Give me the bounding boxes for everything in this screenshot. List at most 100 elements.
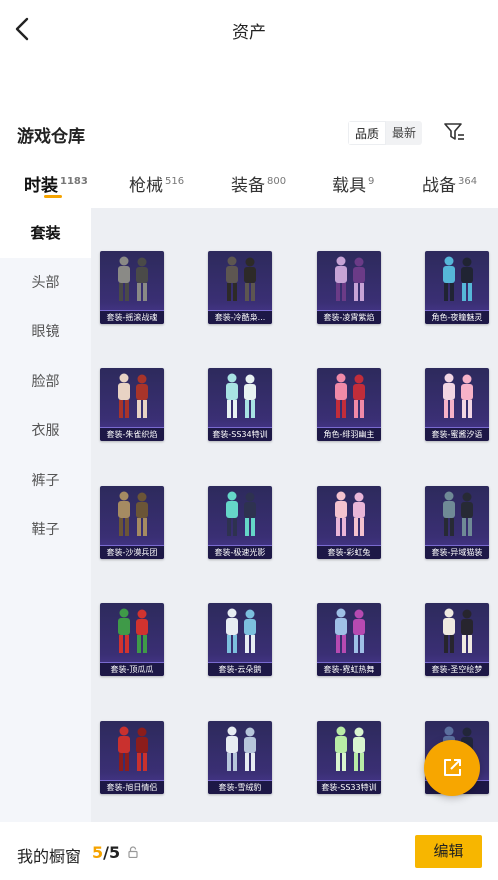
- tab-count: 800: [267, 176, 287, 188]
- closet-bar: 我的橱窗 5/5 编辑: [0, 822, 498, 880]
- item-label: 套装-摇滚战魂: [100, 310, 164, 324]
- outfit-thumbnail: [226, 491, 256, 536]
- tab-label: 时装: [24, 176, 58, 196]
- item-label: 套装-冷酷枭...: [208, 310, 272, 324]
- item-label: 套装-霓虹热舞: [317, 662, 381, 676]
- tab-weapons[interactable]: 枪械 516: [129, 171, 184, 196]
- outfit-thumbnail: [118, 373, 148, 418]
- item-label: 套装-顶瓜瓜: [100, 662, 164, 676]
- tab-battle-gear[interactable]: 战备 364: [422, 171, 477, 196]
- outfit-thumbnail: [226, 608, 256, 653]
- sidebar-item-shoes[interactable]: 鞋子: [0, 505, 91, 555]
- active-tab-indicator: [44, 195, 62, 198]
- item-card[interactable]: 套装-极速光影: [208, 486, 272, 559]
- sidebar-item-outfits[interactable]: 套装: [0, 208, 91, 258]
- item-card[interactable]: 套装-蜜酱汐语: [425, 368, 489, 441]
- item-card[interactable]: 套装-冷酷枭...: [208, 251, 272, 324]
- item-card[interactable]: 套装-旭日情侣: [100, 721, 164, 794]
- closet-max: 5: [108, 843, 121, 862]
- closet-count: 5/5: [92, 843, 120, 862]
- item-card[interactable]: 角色-绯羽幽主: [317, 368, 381, 441]
- sidebar: 套装 头部 眼镜 脸部 衣服 裤子 鞋子: [0, 208, 91, 822]
- item-card[interactable]: 套装-SS34特训: [208, 368, 272, 441]
- outfit-thumbnail: [335, 726, 365, 771]
- outfit-thumbnail: [226, 256, 256, 301]
- item-card[interactable]: 套装-雪绒豹: [208, 721, 272, 794]
- tab-count: 1183: [60, 176, 88, 188]
- item-label: 套装-沙漠兵团: [100, 545, 164, 559]
- warehouse-header: 游戏仓库 品质 最新: [0, 112, 498, 156]
- sidebar-item-head[interactable]: 头部: [0, 258, 91, 308]
- outfit-thumbnail: [443, 256, 473, 301]
- tab-count: 9: [368, 176, 375, 188]
- item-label: 套装-SS34特训: [208, 427, 272, 441]
- item-label: 套装-云朵鹅: [208, 662, 272, 676]
- item-card[interactable]: 套装-朱雀织焰: [100, 368, 164, 441]
- outfit-thumbnail: [443, 491, 473, 536]
- top-bar: 资产: [0, 0, 498, 58]
- tab-count: 364: [458, 176, 478, 188]
- item-label: 套装-圣空绘梦: [425, 662, 489, 676]
- outfit-thumbnail: [118, 608, 148, 653]
- tab-label: 战备: [422, 176, 456, 196]
- outfit-thumbnail: [335, 608, 365, 653]
- outfit-thumbnail: [335, 256, 365, 301]
- item-label: 角色-夜瞳魅灵: [425, 310, 489, 324]
- sidebar-item-clothes[interactable]: 衣服: [0, 406, 91, 456]
- item-label: 套装-雪绒豹: [208, 780, 272, 794]
- tab-count: 516: [165, 176, 185, 188]
- item-label: 套装-极速光影: [208, 545, 272, 559]
- item-label: 套装-凌霄紫焰: [317, 310, 381, 324]
- outfit-thumbnail: [118, 256, 148, 301]
- item-card[interactable]: 套装-彩虹兔: [317, 486, 381, 559]
- filter-icon[interactable]: [442, 120, 466, 144]
- item-card[interactable]: 套装-SS33特训: [317, 721, 381, 794]
- item-card[interactable]: 套装-异域猫装: [425, 486, 489, 559]
- closet-label: 我的橱窗: [17, 847, 82, 866]
- tab-label: 装备: [231, 176, 265, 196]
- item-card[interactable]: 套装-凌霄紫焰: [317, 251, 381, 324]
- item-card[interactable]: 套装-摇滚战魂: [100, 251, 164, 324]
- outfit-thumbnail: [118, 491, 148, 536]
- item-card[interactable]: 套装-霓虹热舞: [317, 603, 381, 676]
- sidebar-item-face[interactable]: 脸部: [0, 357, 91, 407]
- sort-toggle: 品质 最新: [348, 121, 423, 145]
- item-card[interactable]: 角色-夜瞳魅灵: [425, 251, 489, 324]
- edit-button[interactable]: 编辑: [415, 835, 482, 868]
- sidebar-item-glasses[interactable]: 眼镜: [0, 307, 91, 357]
- item-label: 套装-旭日情侣: [100, 780, 164, 794]
- tab-fashion[interactable]: 时装 1183: [24, 171, 88, 196]
- sort-quality-button[interactable]: 品质: [348, 121, 387, 145]
- outfit-thumbnail: [335, 373, 365, 418]
- item-label: 套装-SS33特训: [317, 780, 381, 794]
- tab-equipment[interactable]: 装备 800: [231, 171, 286, 196]
- item-label: 套装-朱雀织焰: [100, 427, 164, 441]
- item-label: 角色-绯羽幽主: [317, 427, 381, 441]
- tab-label: 载具: [332, 176, 366, 196]
- tab-label: 枪械: [129, 176, 163, 196]
- share-button[interactable]: [424, 740, 480, 796]
- outfit-thumbnail: [443, 373, 473, 418]
- outfit-thumbnail: [118, 726, 148, 771]
- outfit-thumbnail: [335, 491, 365, 536]
- item-grid: 套装-摇滚战魂 套装-冷酷枭... 套装-凌霄紫焰 角色-夜瞳魅灵 套装-朱雀织焰 套装-…: [91, 208, 498, 822]
- item-label: 套装-异域猫装: [425, 545, 489, 559]
- item-card[interactable]: 套装-云朵鹅: [208, 603, 272, 676]
- item-label: 套装-彩虹兔: [317, 545, 381, 559]
- outfit-thumbnail: [226, 373, 256, 418]
- sort-newest-button[interactable]: 最新: [386, 121, 423, 145]
- item-card[interactable]: 套装-沙漠兵团: [100, 486, 164, 559]
- share-icon: [444, 759, 461, 776]
- category-tabs: 时装 1183 枪械 516 装备 800 载具 9 战备 364: [0, 158, 498, 208]
- tab-vehicles[interactable]: 载具 9: [332, 171, 374, 196]
- closet-current: 5: [92, 843, 104, 862]
- outfit-thumbnail: [443, 608, 473, 653]
- item-card[interactable]: 套装-圣空绘梦: [425, 603, 489, 676]
- item-card[interactable]: 套装-顶瓜瓜: [100, 603, 164, 676]
- outfit-thumbnail: [226, 726, 256, 771]
- warehouse-title: 游戏仓库: [17, 127, 85, 147]
- lock-icon: [128, 846, 138, 858]
- sidebar-item-pants[interactable]: 裤子: [0, 456, 91, 506]
- item-label: 套装-蜜酱汐语: [425, 427, 489, 441]
- page-title: 资产: [232, 23, 266, 43]
